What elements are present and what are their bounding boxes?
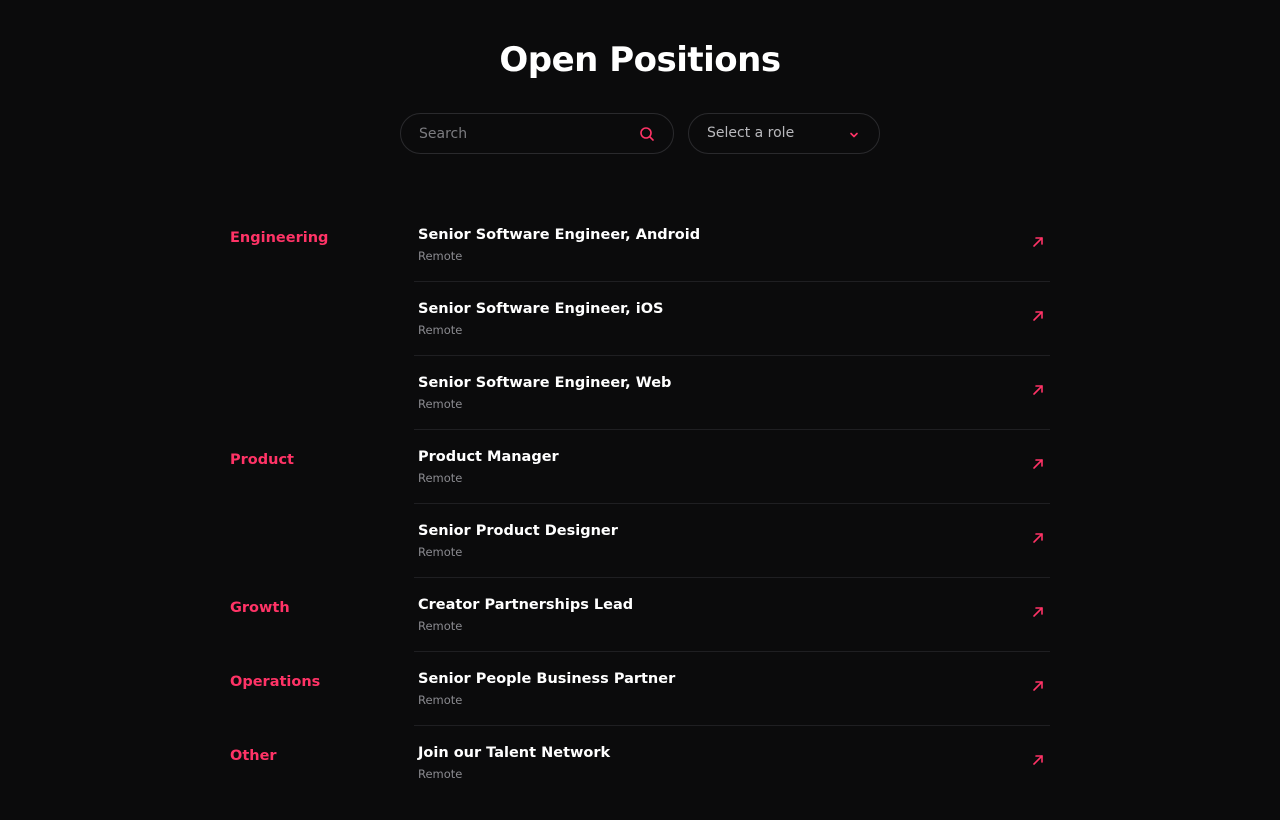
category-engineering: Engineering (230, 230, 329, 246)
job-title: Senior Software Engineer, Android (418, 227, 701, 243)
job-title: Creator Partnerships Lead (418, 597, 634, 613)
chevron-down-icon (850, 132, 858, 138)
job-location: Remote (418, 397, 463, 411)
job-title: Product Manager (418, 449, 559, 465)
job-location: Remote (418, 619, 463, 633)
search-input[interactable] (419, 114, 629, 153)
job-row[interactable]: Product Manager Remote (414, 430, 1050, 504)
arrow-up-right-icon[interactable] (1032, 532, 1044, 544)
job-location: Remote (418, 323, 463, 337)
arrow-up-right-icon[interactable] (1032, 310, 1044, 322)
arrow-up-right-icon[interactable] (1032, 754, 1044, 766)
job-row[interactable]: Senior Software Engineer, iOS Remote (414, 282, 1050, 356)
job-row[interactable]: Senior Software Engineer, Web Remote (414, 356, 1050, 430)
category-growth: Growth (230, 600, 290, 616)
job-location: Remote (418, 767, 463, 781)
page-title: Open Positions (499, 40, 781, 80)
job-row[interactable]: Senior Product Designer Remote (414, 504, 1050, 578)
category-other: Other (230, 748, 277, 764)
job-location: Remote (418, 471, 463, 485)
job-title: Senior Software Engineer, Web (418, 375, 672, 391)
job-location: Remote (418, 249, 463, 263)
job-location: Remote (418, 545, 463, 559)
job-row[interactable]: Join our Talent Network Remote (414, 726, 1050, 800)
arrow-up-right-icon[interactable] (1032, 236, 1044, 248)
role-select-value: Select a role (707, 125, 795, 141)
job-title: Senior Product Designer (418, 523, 618, 539)
job-title: Senior People Business Partner (418, 671, 676, 687)
job-row[interactable]: Senior People Business Partner Remote (414, 652, 1050, 726)
arrow-up-right-icon[interactable] (1032, 606, 1044, 618)
job-title: Senior Software Engineer, iOS (418, 301, 664, 317)
search-icon[interactable] (639, 126, 655, 142)
job-row[interactable]: Senior Software Engineer, Android Remote (414, 208, 1050, 282)
category-product: Product (230, 452, 294, 468)
job-title: Join our Talent Network (418, 745, 611, 761)
open-positions-page: Open Positions Select a role Engineering… (0, 0, 1280, 820)
category-operations: Operations (230, 674, 321, 690)
search-box[interactable] (400, 113, 674, 154)
job-location: Remote (418, 693, 463, 707)
arrow-up-right-icon[interactable] (1032, 384, 1044, 396)
arrow-up-right-icon[interactable] (1032, 680, 1044, 692)
job-row[interactable]: Creator Partnerships Lead Remote (414, 578, 1050, 652)
role-select[interactable]: Select a role (688, 113, 880, 154)
arrow-up-right-icon[interactable] (1032, 458, 1044, 470)
